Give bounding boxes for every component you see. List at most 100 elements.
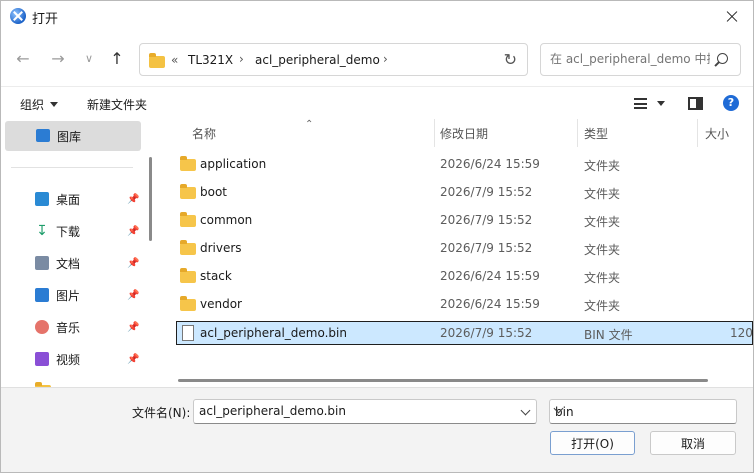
- column-divider[interactable]: [697, 119, 698, 147]
- music-icon: [35, 320, 49, 334]
- gallery-icon: [36, 129, 50, 142]
- chevron-down-icon[interactable]: [520, 405, 531, 416]
- folder-icon: [180, 268, 196, 283]
- file-row-application[interactable]: application 2026/6/24 15:59 文件夹: [176, 153, 753, 177]
- folder-icon: [180, 156, 196, 171]
- filename-label: 文件名(N):: [132, 406, 191, 420]
- pin-icon[interactable]: 📌: [127, 290, 139, 301]
- sidebar-item-label: 文档: [56, 256, 81, 271]
- folder-icon: [180, 212, 196, 227]
- file-row-vendor[interactable]: vendor 2026/6/24 15:59 文件夹: [176, 293, 753, 317]
- sidebar-item-label: 下载: [56, 224, 81, 239]
- recent-locations-chevron-icon[interactable]: ∨: [77, 46, 101, 70]
- address-bar[interactable]: « TL321X › acl_peripheral_demo › ↻: [139, 43, 528, 76]
- filetype-select[interactable]: bin: [549, 399, 737, 424]
- sidebar-item-music[interactable]: 音乐: [35, 317, 80, 337]
- file-icon: [182, 325, 194, 341]
- document-icon: [35, 256, 49, 270]
- file-row-common[interactable]: common 2026/7/9 15:52 文件夹: [176, 209, 753, 233]
- filename-combobox[interactable]: [193, 399, 537, 424]
- view-options-chevron-icon[interactable]: [657, 101, 665, 106]
- file-row-drivers[interactable]: drivers 2026/7/9 15:52 文件夹: [176, 237, 753, 261]
- file-row-boot[interactable]: boot 2026/7/9 15:52 文件夹: [176, 181, 753, 205]
- open-button[interactable]: 打开(O): [550, 431, 635, 455]
- new-folder-button[interactable]: 新建文件夹: [87, 96, 147, 113]
- dialog-footer: 文件名(N): bin 打开(O) 取消: [1, 387, 753, 472]
- organize-label: 组织: [20, 98, 45, 112]
- sidebar-item-desktop[interactable]: 桌面: [35, 189, 80, 209]
- organize-button[interactable]: 组织: [20, 96, 59, 113]
- sidebar-item-label: 图片: [56, 288, 81, 303]
- sidebar-item-pictures[interactable]: 图片: [35, 285, 80, 305]
- sidebar-item-documents[interactable]: 文档: [35, 253, 80, 273]
- sidebar-item-label: 视频: [56, 352, 81, 367]
- file-row-stack[interactable]: stack 2026/6/24 15:59 文件夹: [176, 265, 753, 289]
- horizontal-scrollbar[interactable]: [178, 379, 708, 382]
- pin-icon[interactable]: 📌: [127, 194, 139, 205]
- folder-icon: [149, 53, 165, 68]
- file-type: 文件夹: [584, 215, 621, 229]
- open-file-dialog: 打开 ← → ∨ ↑ « TL321X › acl_peripheral_dem…: [0, 0, 754, 473]
- file-date: 2026/6/24 15:59: [440, 157, 540, 171]
- breadcrumb-acl-peripheral-demo[interactable]: acl_peripheral_demo: [255, 53, 380, 67]
- file-row-acl-peripheral-demo-bin[interactable]: acl_peripheral_demo.bin 2026/7/9 15:52 B…: [176, 321, 753, 345]
- pin-icon[interactable]: 📌: [127, 354, 139, 365]
- navigation-pane: 图库 桌面 📌 ↧ 下载 📌 文档 📌 图片 📌 音乐 📌 视频 📌: [1, 119, 158, 387]
- file-type: BIN 文件: [584, 328, 633, 342]
- pin-icon[interactable]: 📌: [127, 258, 139, 269]
- column-header-date[interactable]: 修改日期: [440, 119, 488, 147]
- title-bar: 打开: [1, 1, 753, 32]
- sidebar-item-label: 图库: [57, 130, 82, 144]
- column-divider[interactable]: [577, 119, 578, 147]
- file-list: ⌃ 名称 修改日期 类型 大小 application 2026/6/24 15…: [160, 119, 753, 387]
- forward-arrow-icon[interactable]: →: [46, 46, 70, 70]
- file-type: 文件夹: [584, 271, 621, 285]
- sidebar-item-downloads[interactable]: ↧ 下载: [35, 221, 80, 241]
- chevron-down-icon: [50, 102, 59, 107]
- column-divider[interactable]: [434, 119, 435, 147]
- file-name: vendor: [200, 297, 242, 311]
- pin-icon[interactable]: 📌: [127, 322, 139, 333]
- column-header-name[interactable]: 名称: [192, 119, 216, 147]
- file-type: 文件夹: [584, 187, 621, 201]
- search-icon[interactable]: [717, 53, 728, 64]
- folder-icon: [180, 184, 196, 199]
- column-header-size[interactable]: 大小: [705, 119, 729, 147]
- refresh-icon[interactable]: ↻: [504, 50, 517, 69]
- up-arrow-icon[interactable]: ↑: [105, 46, 129, 70]
- sidebar-divider: [11, 167, 133, 168]
- file-name: stack: [200, 269, 232, 283]
- file-date: 2026/7/9 15:52: [440, 241, 533, 255]
- column-header-type[interactable]: 类型: [584, 119, 608, 147]
- command-bar: 组织 新建文件夹 ?: [1, 86, 753, 119]
- file-date: 2026/7/9 15:52: [440, 213, 533, 227]
- back-arrow-icon[interactable]: ←: [11, 46, 35, 70]
- preview-pane-icon[interactable]: [688, 97, 703, 110]
- file-date: 2026/7/9 15:52: [440, 185, 533, 199]
- sidebar-item-videos[interactable]: 视频: [35, 349, 80, 369]
- file-type: 文件夹: [584, 243, 621, 257]
- sidebar-scrollbar[interactable]: [149, 157, 152, 241]
- close-button[interactable]: [709, 1, 753, 32]
- sidebar-item-gallery[interactable]: 图库: [5, 121, 141, 151]
- sort-ascending-icon: ⌃: [305, 119, 314, 130]
- search-box[interactable]: [540, 43, 741, 76]
- pin-icon[interactable]: 📌: [127, 226, 139, 237]
- breadcrumb-chevron-icon[interactable]: ›: [239, 52, 244, 66]
- search-input[interactable]: [550, 52, 710, 66]
- breadcrumb-chevron-icon[interactable]: ›: [383, 52, 388, 66]
- breadcrumb-tl321x[interactable]: TL321X: [188, 53, 233, 67]
- desktop-icon: [35, 192, 49, 206]
- navigation-bar: ← → ∨ ↑ « TL321X › acl_peripheral_demo ›…: [1, 32, 753, 86]
- file-date: 2026/6/24 15:59: [440, 297, 540, 311]
- folder-icon: [180, 296, 196, 311]
- help-icon[interactable]: ?: [723, 95, 739, 111]
- file-size: 120: [730, 326, 753, 340]
- folder-icon: [180, 240, 196, 255]
- breadcrumb-overflow[interactable]: «: [171, 53, 178, 67]
- view-options-icon[interactable]: [634, 98, 647, 109]
- cancel-button[interactable]: 取消: [650, 431, 736, 455]
- app-icon: [10, 8, 26, 24]
- file-name: acl_peripheral_demo.bin: [200, 326, 347, 340]
- filename-input[interactable]: [199, 404, 509, 418]
